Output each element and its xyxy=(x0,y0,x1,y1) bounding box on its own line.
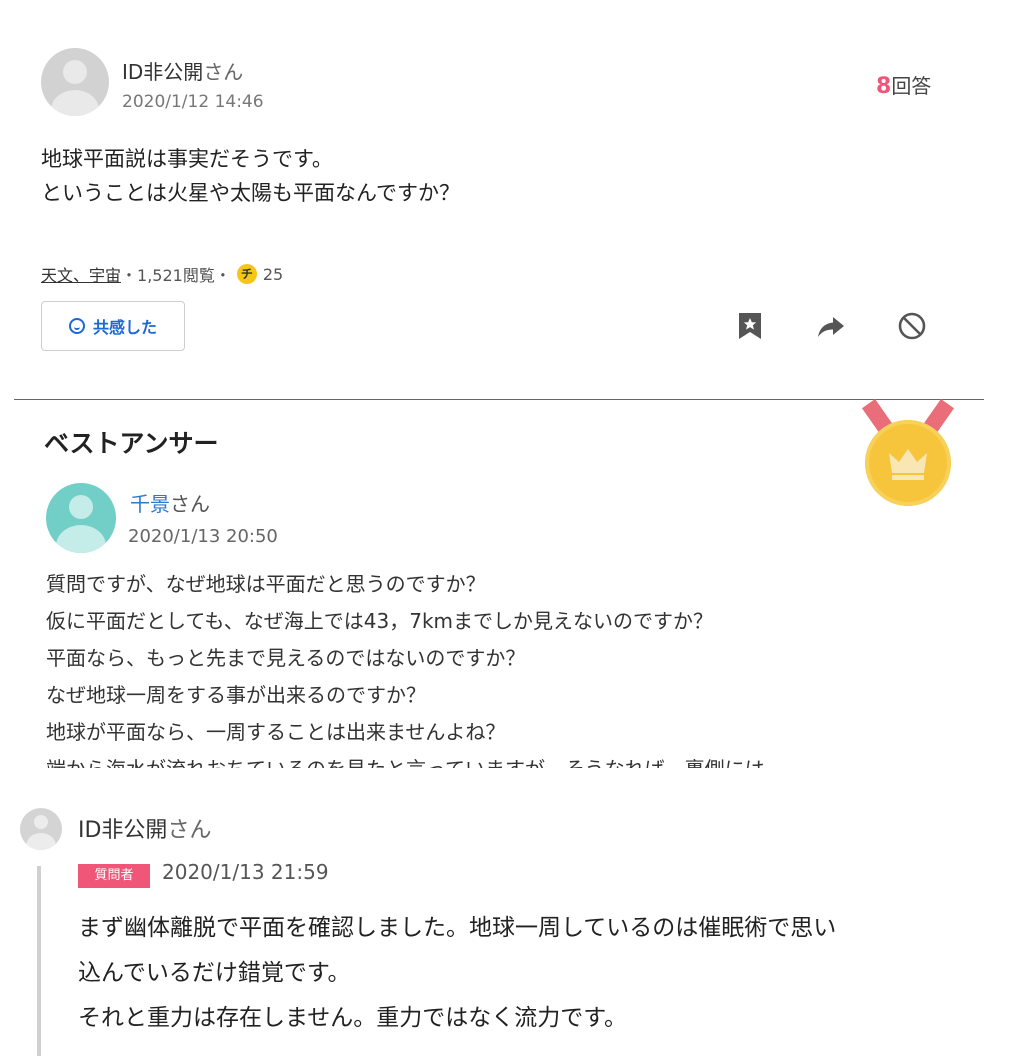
answerer-name[interactable]: 千景さん xyxy=(130,488,210,517)
reply-text: まず幽体離脱で平面を確認しました。地球一周しているのは催眠術で思い 込んでいるだ… xyxy=(78,915,837,1031)
best-answer-heading: ベストアンサー xyxy=(44,429,219,458)
questioner-avatar[interactable] xyxy=(41,48,109,116)
reply-avatar[interactable] xyxy=(20,808,62,850)
answer-date: 2020/1/13 20:50 xyxy=(128,526,278,547)
questioner-name[interactable]: ID非公開さん xyxy=(122,56,243,85)
empathy-label: 共感した xyxy=(92,318,157,337)
category-link[interactable]: 天文、宇宙 xyxy=(41,262,121,286)
block-icon[interactable] xyxy=(897,311,927,341)
answer-count-number: 8 xyxy=(876,74,892,99)
smile-icon xyxy=(68,318,85,334)
view-count: ・1,521閲覧・ xyxy=(121,266,231,285)
best-answer-text: 質問ですが、なぜ地球は平面だと思うのですか？ 仮に平面だとしても、なぜ海上では4… xyxy=(46,572,765,768)
answer-count-label: 回答 xyxy=(891,74,932,98)
question-date: 2020/1/12 14:46 xyxy=(122,92,264,112)
section-divider xyxy=(14,399,984,400)
questioner-badge: 質問者 xyxy=(78,864,150,888)
empathy-button[interactable]: 共感した xyxy=(41,301,185,351)
bookmark-icon[interactable] xyxy=(735,311,765,341)
coin-icon: チ xyxy=(236,264,257,284)
share-arrow-icon[interactable] xyxy=(816,311,846,341)
answer-count[interactable]: 8回答 xyxy=(876,70,931,99)
coin-amount: 25 xyxy=(262,264,284,284)
reply-user-name[interactable]: ID非公開さん xyxy=(78,812,211,844)
question-text: 地球平面説は事実だそうです。 ということは火星や太陽も平面なんですか？ xyxy=(41,147,460,205)
crown-medal-icon xyxy=(865,420,951,506)
answerer-avatar[interactable] xyxy=(46,483,116,553)
question-meta: 天文、宇宙 ・1,521閲覧・ チ 25 xyxy=(41,262,283,286)
reply-date: 2020/1/13 21:59 xyxy=(162,860,329,884)
reply-thread-line xyxy=(37,866,41,1056)
